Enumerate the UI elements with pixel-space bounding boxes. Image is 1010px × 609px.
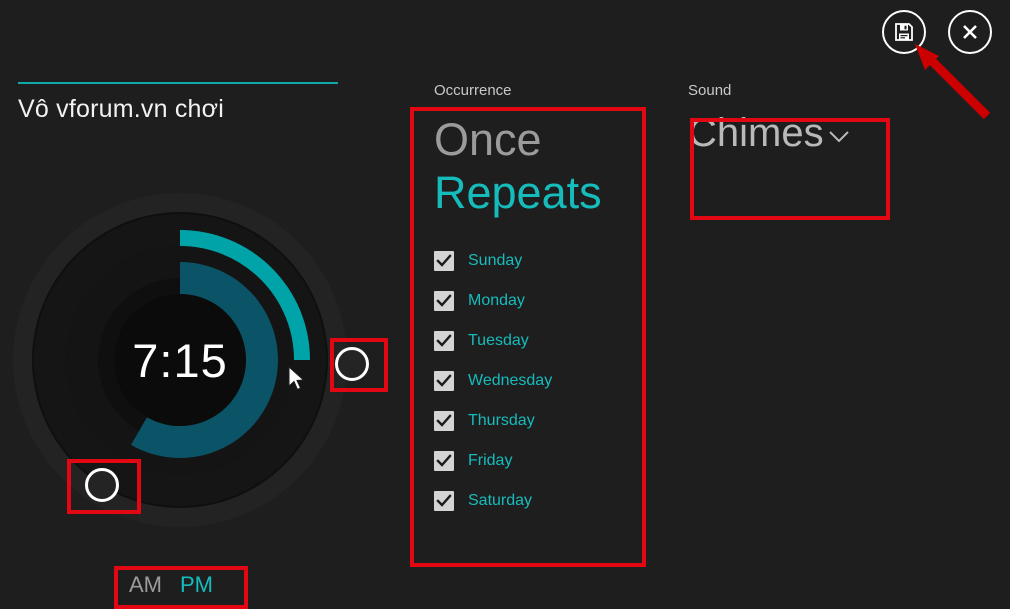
hour-dial-handle[interactable] — [85, 468, 119, 502]
day-label-thursday: Thursday — [468, 412, 535, 430]
close-button[interactable] — [948, 10, 992, 54]
check-icon — [436, 414, 452, 427]
checkbox-wednesday[interactable] — [434, 371, 454, 392]
meridiem-am-option[interactable]: AM — [129, 572, 162, 598]
sound-dropdown[interactable]: Chimes — [688, 113, 883, 153]
alarm-editor-screen: Vô vforum.vn chơi 7:15 AM PM Occurrence … — [0, 0, 1010, 609]
occurrence-option-once[interactable]: Once — [434, 113, 649, 166]
meridiem-toggle: AM PM — [129, 572, 213, 598]
day-label-tuesday: Tuesday — [468, 332, 529, 350]
dial-rings — [13, 193, 347, 527]
day-label-wednesday: Wednesday — [468, 372, 553, 390]
day-row-friday[interactable]: Friday — [434, 441, 649, 481]
meridiem-pm-option[interactable]: PM — [180, 572, 213, 598]
time-picker-dial[interactable]: 7:15 — [10, 190, 350, 530]
day-row-thursday[interactable]: Thursday — [434, 401, 649, 441]
save-floppy-icon — [894, 22, 914, 42]
checkbox-monday[interactable] — [434, 291, 454, 312]
occurrence-section: Occurrence Once Repeats Sunday Monday Tu… — [434, 82, 649, 521]
day-label-saturday: Saturday — [468, 492, 533, 510]
checkbox-friday[interactable] — [434, 451, 454, 472]
day-label-friday: Friday — [468, 452, 513, 470]
day-row-sunday[interactable]: Sunday — [434, 241, 649, 281]
day-label-monday: Monday — [468, 292, 525, 310]
close-x-icon — [960, 22, 980, 42]
occurrence-label: Occurrence — [434, 82, 512, 99]
day-row-saturday[interactable]: Saturday — [434, 481, 649, 521]
chevron-down-icon — [828, 130, 850, 149]
checkbox-saturday[interactable] — [434, 491, 454, 512]
checkbox-thursday[interactable] — [434, 411, 454, 432]
sound-label: Sound — [688, 82, 732, 99]
alarm-name-block: Vô vforum.vn chơi — [18, 82, 348, 124]
day-label-sunday: Sunday — [468, 252, 523, 270]
sound-section: Sound Chimes — [688, 82, 898, 153]
repeat-days-list: Sunday Monday Tuesday Wednesday Thursday… — [434, 241, 649, 521]
day-row-wednesday[interactable]: Wednesday — [434, 361, 649, 401]
occurrence-option-repeats[interactable]: Repeats — [434, 166, 649, 219]
save-button[interactable] — [882, 10, 926, 54]
minute-dial-handle[interactable] — [335, 347, 369, 381]
check-icon — [436, 334, 452, 347]
day-row-monday[interactable]: Monday — [434, 281, 649, 321]
alarm-name-input[interactable]: Vô vforum.vn chơi — [18, 95, 348, 124]
window-command-bar — [882, 10, 992, 54]
day-row-tuesday[interactable]: Tuesday — [434, 321, 649, 361]
checkbox-tuesday[interactable] — [434, 331, 454, 352]
check-icon — [436, 294, 452, 307]
check-icon — [436, 454, 452, 467]
check-icon — [436, 254, 452, 267]
alarm-name-underline — [18, 82, 338, 84]
sound-selected-value: Chimes — [688, 111, 824, 155]
check-icon — [436, 374, 452, 387]
check-icon — [436, 494, 452, 507]
checkbox-sunday[interactable] — [434, 251, 454, 272]
